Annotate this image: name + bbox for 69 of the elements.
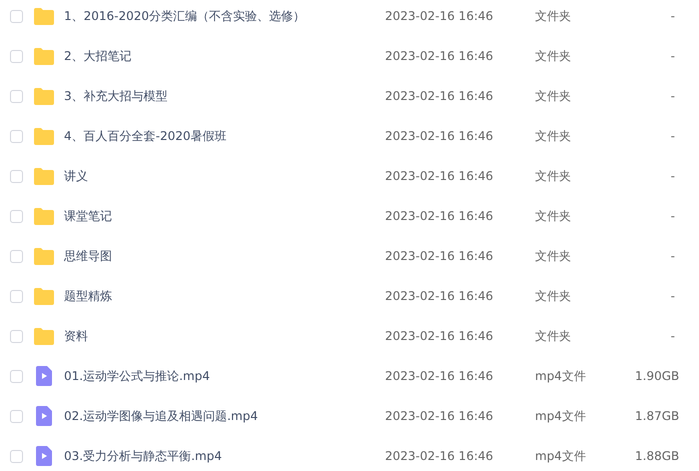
file-size: - (670, 209, 675, 223)
file-name[interactable]: 1、2016-2020分类汇编（不含实验、选修） (64, 8, 385, 24)
file-name[interactable]: 03.受力分析与静态平衡.mp4 (64, 448, 385, 464)
modified-date: 2023-02-16 16:46 (385, 49, 494, 63)
checkbox[interactable] (10, 130, 23, 142)
file-name[interactable]: 课堂笔记 (64, 208, 385, 224)
folder-icon (34, 8, 54, 24)
file-type: 文件夹 (535, 8, 572, 24)
file-size: - (670, 129, 675, 143)
modified-date: 2023-02-16 16:46 (385, 89, 494, 103)
folder-icon (34, 208, 54, 224)
video-file-icon (36, 366, 52, 386)
folder-icon (34, 248, 54, 264)
modified-date: 2023-02-16 16:46 (385, 329, 494, 343)
folder-icon (34, 288, 54, 304)
modified-date: 2023-02-16 16:46 (385, 249, 494, 263)
file-size: - (670, 249, 675, 263)
checkbox[interactable] (10, 10, 23, 22)
modified-date: 2023-02-16 16:46 (385, 209, 494, 223)
checkbox[interactable] (10, 50, 23, 62)
file-name[interactable]: 2、大招笔记 (64, 48, 385, 64)
file-size: - (670, 169, 675, 183)
modified-date: 2023-02-16 16:46 (385, 369, 494, 383)
modified-date: 2023-02-16 16:46 (385, 449, 494, 463)
checkbox[interactable] (10, 290, 23, 302)
modified-date: 2023-02-16 16:46 (385, 409, 494, 423)
file-name[interactable]: 资料 (64, 328, 385, 344)
file-name[interactable]: 4、百人百分全套-2020暑假班 (64, 128, 385, 144)
checkbox[interactable] (10, 250, 23, 262)
file-size: - (670, 49, 675, 63)
file-type: 文件夹 (535, 48, 572, 64)
file-type: 文件夹 (535, 88, 572, 104)
file-name[interactable]: 讲义 (64, 168, 385, 184)
folder-icon (34, 328, 54, 344)
file-type: 文件夹 (535, 128, 572, 144)
file-name[interactable]: 思维导图 (64, 248, 385, 264)
checkbox[interactable] (10, 170, 23, 182)
file-type: 文件夹 (535, 168, 572, 184)
modified-date: 2023-02-16 16:46 (385, 9, 494, 23)
file-name[interactable]: 题型精炼 (64, 288, 385, 304)
file-type: 文件夹 (535, 208, 572, 224)
folder-icon (34, 168, 54, 184)
file-type: mp4文件 (535, 408, 587, 424)
file-type: 文件夹 (535, 288, 572, 304)
file-name[interactable]: 02.运动学图像与追及相遇问题.mp4 (64, 408, 385, 424)
video-file-icon (36, 446, 52, 466)
file-type: 文件夹 (535, 248, 572, 264)
folder-icon (34, 88, 54, 104)
checkbox[interactable] (10, 90, 23, 102)
modified-date: 2023-02-16 16:46 (385, 129, 494, 143)
file-type: mp4文件 (535, 448, 587, 464)
folder-icon (34, 128, 54, 144)
file-size: - (670, 329, 675, 343)
modified-date: 2023-02-16 16:46 (385, 289, 494, 303)
file-size: - (670, 289, 675, 303)
checkbox[interactable] (10, 210, 23, 222)
file-type: 文件夹 (535, 328, 572, 344)
file-size: - (670, 9, 675, 23)
checkbox[interactable] (10, 410, 23, 422)
file-type: mp4文件 (535, 368, 587, 384)
modified-date: 2023-02-16 16:46 (385, 169, 494, 183)
checkbox[interactable] (10, 450, 23, 462)
video-file-icon (36, 406, 52, 426)
file-name[interactable]: 01.运动学公式与推论.mp4 (64, 368, 385, 384)
folder-icon (34, 48, 54, 64)
checkbox[interactable] (10, 370, 23, 382)
checkbox[interactable] (10, 330, 23, 342)
file-name[interactable]: 3、补充大招与模型 (64, 88, 385, 104)
file-size: - (670, 89, 675, 103)
